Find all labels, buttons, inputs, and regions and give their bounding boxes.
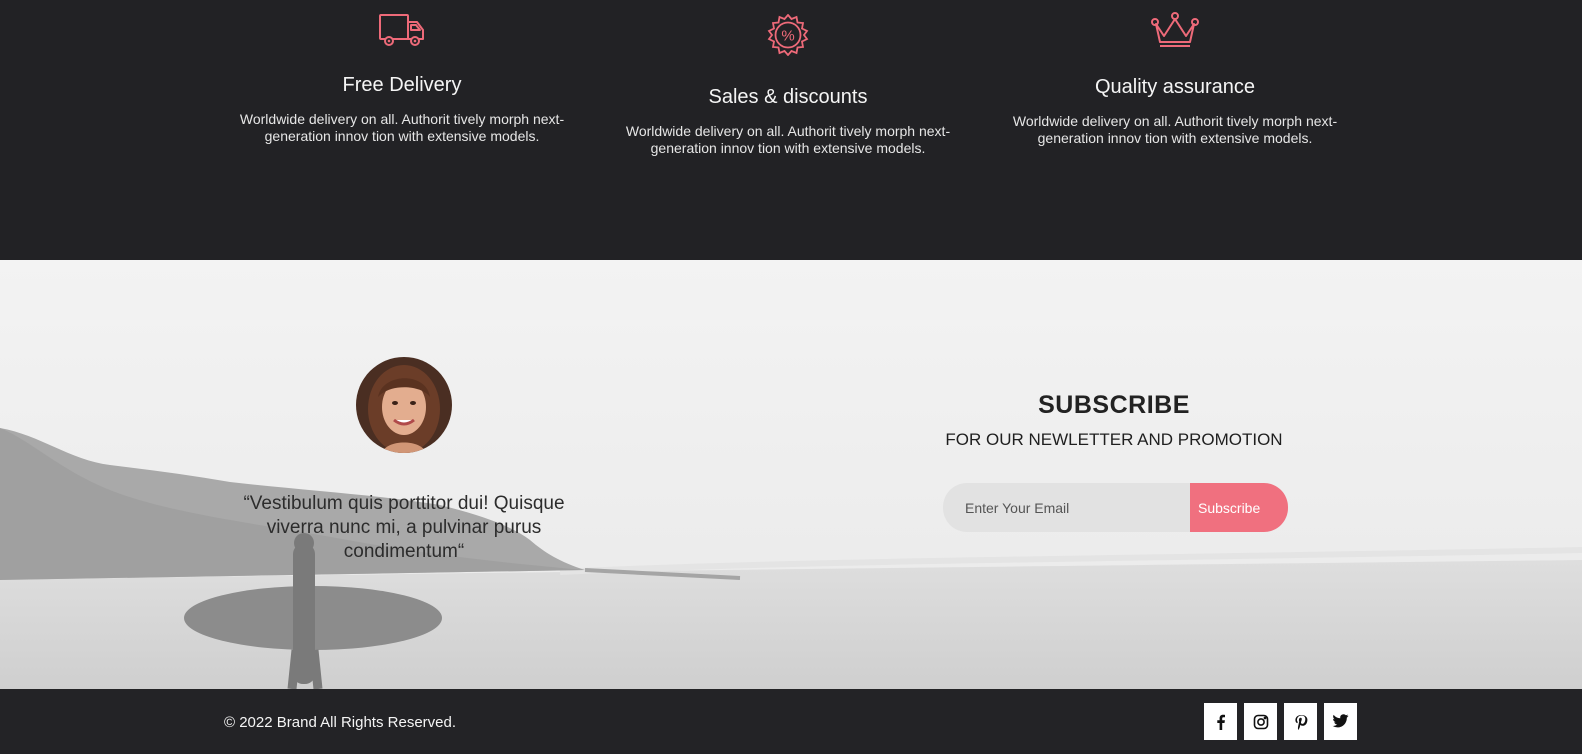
subscribe-button[interactable]: Subscribe <box>1190 483 1288 532</box>
discount-badge-icon: % <box>767 14 809 56</box>
testimonial-subscribe-section: “Vestibulum quis porttitor dui! Quisque … <box>0 260 1582 689</box>
testimonial-quote: “Vestibulum quis porttitor dui! Quisque … <box>243 493 565 562</box>
pinterest-link[interactable] <box>1284 703 1317 740</box>
feature-title: Free Delivery <box>342 74 462 96</box>
subscribe-tagline: FOR OUR NEWLETTER AND PROMOTION <box>945 430 1283 449</box>
feature-quality-assurance: Quality assurance Worldwide delivery on … <box>1010 12 1340 147</box>
facebook-link[interactable] <box>1204 703 1237 740</box>
twitter-link[interactable] <box>1324 703 1357 740</box>
svg-text:%: % <box>781 28 794 45</box>
subscribe-title: SUBSCRIBE <box>1038 391 1190 419</box>
twitter-icon <box>1332 714 1349 728</box>
footer: © 2022 Brand All Rights Reserved. <box>0 689 1582 754</box>
email-input[interactable] <box>943 483 1190 532</box>
instagram-link[interactable] <box>1244 703 1277 740</box>
delivery-truck-icon <box>379 14 424 46</box>
feature-description: Worldwide delivery on all. Authorit tive… <box>1012 113 1338 146</box>
feature-sales-discounts: % Sales & discounts Worldwide delivery o… <box>623 14 953 157</box>
beach-surfer-background-image <box>0 260 1582 689</box>
person-avatar-image <box>356 357 452 453</box>
facebook-icon <box>1216 714 1225 730</box>
feature-free-delivery: Free Delivery Worldwide delivery on all.… <box>237 12 567 145</box>
features-section: Free Delivery Worldwide delivery on all.… <box>0 0 1582 260</box>
feature-title: Quality assurance <box>1094 76 1256 98</box>
copyright-text: © 2022 Brand All Rights Reserved. <box>224 714 457 731</box>
feature-description: Worldwide delivery on all. Authorit tive… <box>625 123 951 156</box>
subscribe-form: Subscribe <box>943 483 1288 532</box>
crown-icon <box>1151 12 1199 47</box>
testimonial-avatar <box>356 357 452 453</box>
instagram-icon <box>1253 714 1268 729</box>
feature-description: Worldwide delivery on all. Authorit tive… <box>239 111 565 144</box>
feature-title: Sales & discounts <box>708 86 868 108</box>
pinterest-icon <box>1294 714 1307 730</box>
